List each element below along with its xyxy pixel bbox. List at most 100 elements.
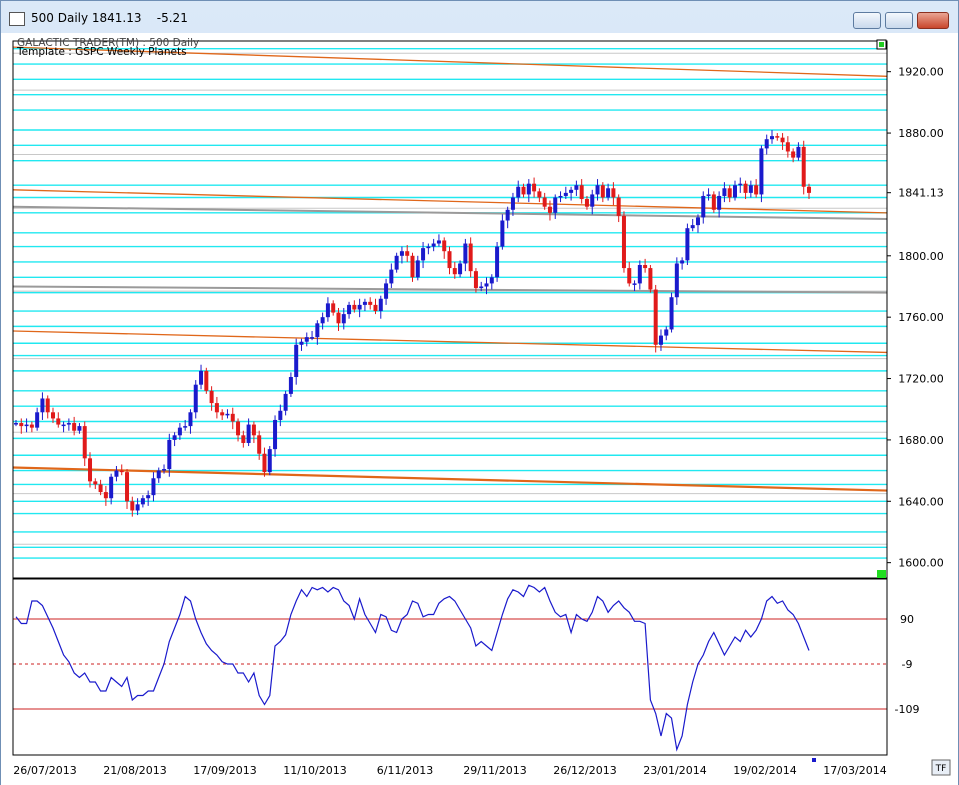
- oscillator-tick-label: 90: [900, 613, 914, 626]
- candle-body: [40, 398, 45, 413]
- candle-body: [140, 498, 145, 505]
- candle-body: [595, 185, 600, 195]
- candle-body: [135, 504, 140, 511]
- candle-body: [61, 424, 66, 427]
- candle-body: [701, 195, 706, 218]
- candle-body: [24, 424, 29, 427]
- candle-body: [664, 329, 669, 336]
- candle-body: [579, 185, 584, 200]
- candle-body: [722, 188, 727, 196]
- candle-body: [452, 268, 457, 275]
- candle-body: [162, 469, 167, 471]
- candle-body: [775, 136, 780, 138]
- price-tick-label: 1640.00: [898, 495, 944, 508]
- candle-body: [711, 194, 716, 210]
- candle-body: [283, 393, 288, 411]
- candle-body: [405, 251, 410, 256]
- candle-body: [103, 492, 108, 499]
- date-tick-label: 29/11/2013: [463, 764, 526, 777]
- candle-body: [410, 255, 415, 278]
- price-tick-label: 1920.00: [898, 66, 944, 79]
- candle-body: [156, 470, 161, 479]
- candle-body: [177, 427, 182, 436]
- candle-body: [14, 423, 18, 425]
- candle-body: [489, 277, 494, 284]
- candle-body: [341, 314, 346, 324]
- candle-body: [66, 423, 71, 425]
- candle-body: [637, 265, 642, 284]
- candle-body: [331, 303, 336, 313]
- maximize-button[interactable]: [885, 12, 913, 29]
- candle-body: [230, 413, 235, 422]
- candle-body: [606, 188, 611, 198]
- title-bar: 500 Daily 1841.13 -5.21: [1, 1, 958, 33]
- candle-body: [547, 206, 552, 213]
- candle-body: [273, 419, 278, 450]
- candle-body: [590, 194, 595, 207]
- candle-body: [479, 286, 484, 289]
- candle-body: [246, 424, 251, 443]
- candle-body: [542, 197, 547, 207]
- candle-body: [706, 194, 711, 196]
- candle-body: [304, 337, 309, 342]
- candle-body: [764, 139, 769, 149]
- candle-body: [29, 424, 34, 428]
- candle-body: [632, 283, 637, 285]
- candle-body: [658, 335, 663, 345]
- candle-body: [315, 323, 320, 338]
- chart-area[interactable]: 1920.00 1880.00 1841.13 1800.00 1760.00 1720.…: [1, 33, 958, 785]
- candle-body: [251, 424, 256, 436]
- candle-body: [193, 384, 198, 413]
- price-tick-label: 1880.00: [898, 127, 944, 140]
- price-tick-label: 1720.00: [898, 373, 944, 386]
- date-tick-label: 11/10/2013: [283, 764, 346, 777]
- candle-body: [558, 195, 563, 198]
- candle-body: [119, 470, 124, 473]
- candle-body: [574, 185, 579, 190]
- candle-body: [791, 151, 796, 158]
- candle-body: [532, 183, 537, 192]
- candle-body: [93, 481, 98, 485]
- candle-body: [695, 217, 700, 226]
- candle-body: [447, 251, 452, 269]
- date-tick-label: 23/01/2014: [643, 764, 706, 777]
- minimize-button[interactable]: [853, 12, 881, 29]
- price-tick-label: 1600.00: [898, 557, 944, 570]
- date-tick-label: 21/08/2013: [103, 764, 166, 777]
- candle-body: [643, 265, 648, 269]
- candle-body: [357, 304, 362, 310]
- candle-body: [336, 312, 341, 324]
- candle-body: [690, 225, 695, 229]
- candle-body: [130, 501, 135, 511]
- candle-body: [458, 263, 463, 275]
- chart-header-line2: Template : GSPC Weekly Planets: [16, 46, 187, 58]
- candle-body: [785, 142, 790, 152]
- close-button[interactable]: [917, 12, 949, 29]
- candle-body: [796, 146, 801, 158]
- candle-body: [368, 301, 373, 305]
- candle-body: [616, 197, 621, 216]
- candle-body: [384, 283, 389, 299]
- price-tick-label: 1800.00: [898, 250, 944, 263]
- tf-button-label: TF: [935, 764, 947, 774]
- candle-body: [288, 377, 293, 394]
- candle-body: [51, 412, 56, 419]
- candle-body: [373, 304, 378, 312]
- candle-body: [204, 370, 209, 391]
- candle-body: [553, 197, 558, 213]
- candle-body: [320, 317, 325, 324]
- candle-body: [214, 403, 219, 413]
- candle-body: [669, 297, 674, 330]
- candle-body: [754, 185, 759, 195]
- candle-body: [56, 418, 61, 425]
- candle-body: [521, 186, 526, 195]
- candle-body: [807, 186, 811, 193]
- candle-body: [653, 289, 658, 345]
- candle-body: [72, 423, 77, 431]
- candle-body: [732, 185, 737, 198]
- candle-body: [45, 398, 50, 413]
- candle-body: [88, 458, 93, 482]
- candle-body: [569, 189, 574, 193]
- candle-body: [167, 439, 172, 470]
- candle-body: [674, 263, 679, 298]
